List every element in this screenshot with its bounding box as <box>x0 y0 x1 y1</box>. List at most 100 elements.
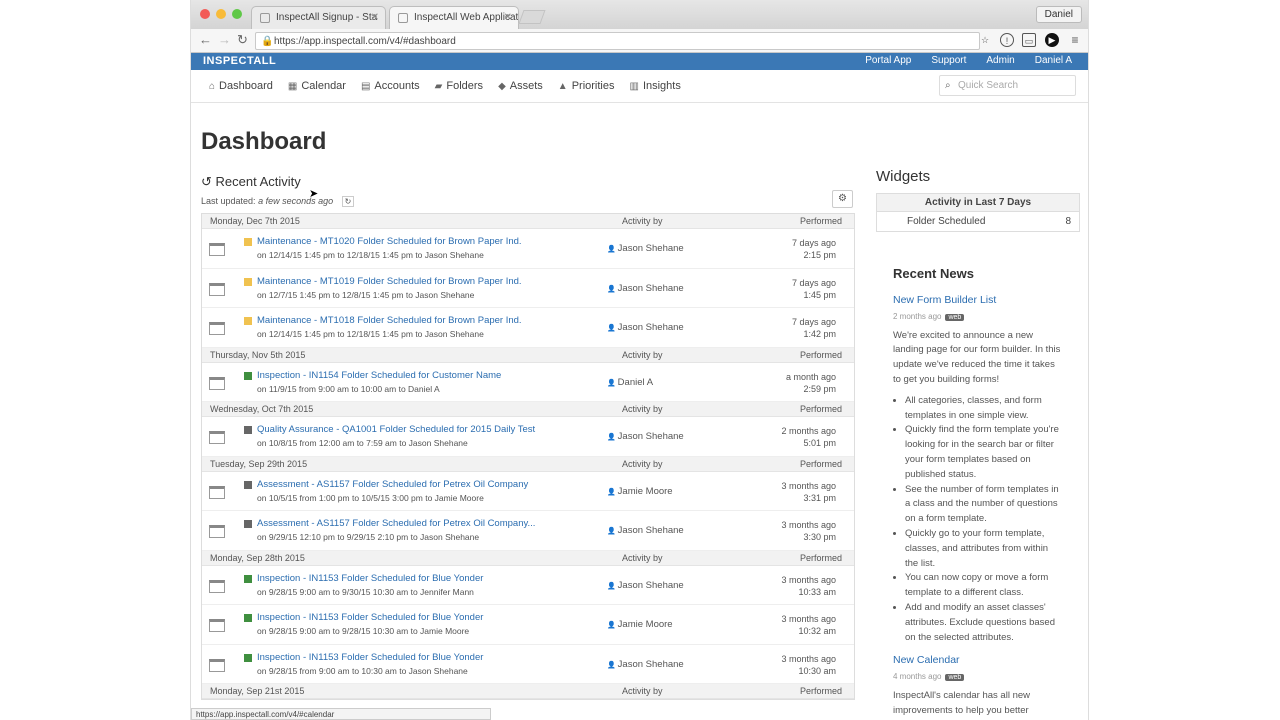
activity-title[interactable]: Maintenance - MT1018 Folder Scheduled fo… <box>257 315 522 326</box>
activity-title[interactable]: Assessment - AS1157 Folder Scheduled for… <box>257 518 535 529</box>
nav-insights[interactable]: ▥ Insights <box>629 80 680 92</box>
news-bullet: Quickly go to your form template, classe… <box>905 527 1063 571</box>
brand-logo[interactable]: INSPECTALL <box>203 55 276 67</box>
news-headline[interactable]: New Calendar <box>893 653 1063 668</box>
app-top-bar: INSPECTALL Portal App Support Admin Dani… <box>191 53 1088 70</box>
activity-by-header: Activity by <box>622 552 663 563</box>
activity-by-header: Activity by <box>622 216 663 226</box>
activity-row[interactable]: Maintenance - MT1020 Folder Scheduled fo… <box>202 229 854 269</box>
refresh-icon[interactable]: ↻ <box>341 196 355 207</box>
profile-button[interactable]: Daniel <box>1035 6 1082 23</box>
widget-line-label: Folder Scheduled <box>907 216 986 227</box>
close-tab-icon[interactable]: ✕ <box>504 12 512 23</box>
news-meta: 2 months ago web <box>893 310 1063 326</box>
activity-detail: on 10/5/15 from 1:00 pm to 10/5/15 3:00 … <box>257 492 484 503</box>
user-icon: 👤 <box>607 622 618 629</box>
activity-time: 7 days ago 2:15 pm <box>792 237 836 261</box>
nav-label: Assets <box>509 80 543 92</box>
relative-time: 7 days ago <box>791 317 836 327</box>
activity-title[interactable]: Inspection - IN1153 Folder Scheduled for… <box>257 612 483 623</box>
group-date: Thursday, Nov 5th 2015 <box>210 349 306 360</box>
news-bullet: You can now copy or move a form template… <box>905 571 1063 601</box>
support-link[interactable]: Support <box>931 55 966 66</box>
activity-row[interactable]: Inspection - IN1153 Folder Scheduled for… <box>202 566 854 605</box>
url-field[interactable]: 🔒 https://app.inspectall.com/v4/#dashboa… <box>255 32 980 50</box>
activity-row[interactable]: Maintenance - MT1018 Folder Scheduled fo… <box>202 308 854 348</box>
minimize-window-button[interactable] <box>216 9 226 19</box>
news-intro: InspectAll's calendar has all new improv… <box>893 689 1030 720</box>
activity-user: 👤 Jason Shehane <box>607 322 684 333</box>
news-headline[interactable]: New Form Builder List <box>893 293 1063 308</box>
activity-row[interactable]: Assessment - AS1157 Folder Scheduled for… <box>202 511 854 551</box>
activity-time: a month ago 2:59 pm <box>786 371 836 395</box>
activity-table: Monday, Dec 7th 2015 Activity by Performed… <box>201 213 855 700</box>
news-bullet: See the number of form templates in a cl… <box>905 483 1063 527</box>
page-content: Dashboard ↺ Recent Activity Last updated… <box>191 103 1088 720</box>
activity-detail: on 12/14/15 1:45 pm to 12/18/15 1:45 pm … <box>257 329 484 339</box>
menu-icon[interactable]: ≡ <box>1068 33 1082 47</box>
portal-app-link[interactable]: Portal App <box>865 55 911 66</box>
nav-dashboard[interactable]: ⌂ Dashboard <box>209 80 273 92</box>
activity-detail: on 9/28/15 9:00 am to 9/30/15 10:30 am t… <box>257 586 474 597</box>
activity-row[interactable]: Inspection - IN1153 Folder Scheduled for… <box>202 605 854 645</box>
nav-calendar[interactable]: ▦ Calendar <box>288 80 346 92</box>
record-icon[interactable]: ▶ <box>1045 33 1059 47</box>
bookmark-star-icon[interactable]: ☆ <box>978 33 992 47</box>
calendar-icon <box>209 485 225 499</box>
activity-row[interactable]: Inspection - IN1154 Folder Scheduled for… <box>202 363 854 402</box>
extension-icon[interactable]: ! <box>1000 33 1014 47</box>
nav-assets[interactable]: ◆ Assets <box>498 80 543 92</box>
activity-title[interactable]: Maintenance - MT1019 Folder Scheduled fo… <box>257 276 522 287</box>
browser-tab-webapp[interactable]: InspectAll Web Application ✕ <box>389 6 519 29</box>
activity-user-name: Jamie Moore <box>617 619 673 630</box>
maximize-window-button[interactable] <box>232 9 242 19</box>
cast-icon[interactable]: ▭ <box>1022 33 1036 47</box>
activity-title[interactable]: Inspection - IN1153 Folder Scheduled for… <box>257 573 483 584</box>
activity-user-name: Jason Shehane <box>617 431 684 442</box>
user-icon: 👤 <box>607 488 618 496</box>
activity-title[interactable]: Maintenance - MT1020 Folder Scheduled fo… <box>257 236 522 247</box>
nav-label: Folders <box>446 80 484 92</box>
activity-time: 7 days ago 1:42 pm <box>792 316 836 340</box>
activity-title[interactable]: Inspection - IN1153 Folder Scheduled for… <box>257 652 483 663</box>
relative-time: 7 days ago <box>791 277 836 288</box>
activity-row[interactable]: Inspection - IN1153 Folder Scheduled for… <box>202 645 854 684</box>
activity-user: 👤 Jason Shehane <box>607 580 684 591</box>
clock-time: 3:31 pm <box>803 492 836 503</box>
close-tab-icon[interactable]: ✕ <box>371 12 379 23</box>
calendar-icon <box>209 619 225 632</box>
activity-title[interactable]: Inspection - IN1154 Folder Scheduled for… <box>257 370 501 381</box>
activity-user: 👤 Jason Shehane <box>607 283 684 294</box>
nav-priorities[interactable]: ▲ Priorities <box>558 80 615 92</box>
activity-user-name: Jamie Moore <box>617 485 673 497</box>
user-menu[interactable]: Daniel A <box>1035 55 1072 66</box>
activity-settings-button[interactable]: ⚙ <box>832 190 853 208</box>
back-icon[interactable]: ← <box>199 33 212 47</box>
activity-time: 3 months ago 10:30 am <box>781 653 836 677</box>
new-tab-button[interactable] <box>518 10 546 24</box>
user-icon: 👤 <box>607 661 618 669</box>
widget-line[interactable]: Folder Scheduled 8 <box>877 212 1079 231</box>
calendar-icon <box>209 322 225 335</box>
quick-search-input[interactable]: ⌕ Quick Search <box>939 75 1076 96</box>
search-icon: ⌕ <box>945 80 951 91</box>
nav-folders[interactable]: ▰ Folders <box>435 80 483 92</box>
window-controls <box>200 9 242 19</box>
reload-icon[interactable]: ↻ <box>237 33 248 47</box>
activity-title[interactable]: Assessment - AS1157 Folder Scheduled for… <box>257 479 528 490</box>
performed-header: Performed <box>799 458 842 469</box>
activity-title[interactable]: Quality Assurance - QA1001 Folder Schedu… <box>257 424 535 435</box>
recent-activity-heading: ↺ Recent Activity <box>201 174 301 190</box>
page-title: Dashboard <box>201 128 327 155</box>
user-icon: 👤 <box>607 582 618 590</box>
activity-row[interactable]: Quality Assurance - QA1001 Folder Schedu… <box>202 417 854 457</box>
admin-menu[interactable]: Admin <box>986 55 1014 66</box>
forward-icon[interactable]: → <box>218 33 231 47</box>
browser-tab-signup[interactable]: InspectAll Signup - Sta ✕ <box>251 6 386 29</box>
nav-accounts[interactable]: ▤ Accounts <box>361 80 420 92</box>
clock-time: 10:33 am <box>798 586 836 597</box>
close-window-button[interactable] <box>200 9 210 19</box>
activity-row[interactable]: Assessment - AS1157 Folder Scheduled for… <box>202 472 854 511</box>
activity-row[interactable]: Maintenance - MT1019 Folder Scheduled fo… <box>202 269 854 308</box>
calendar-icon <box>209 658 225 672</box>
